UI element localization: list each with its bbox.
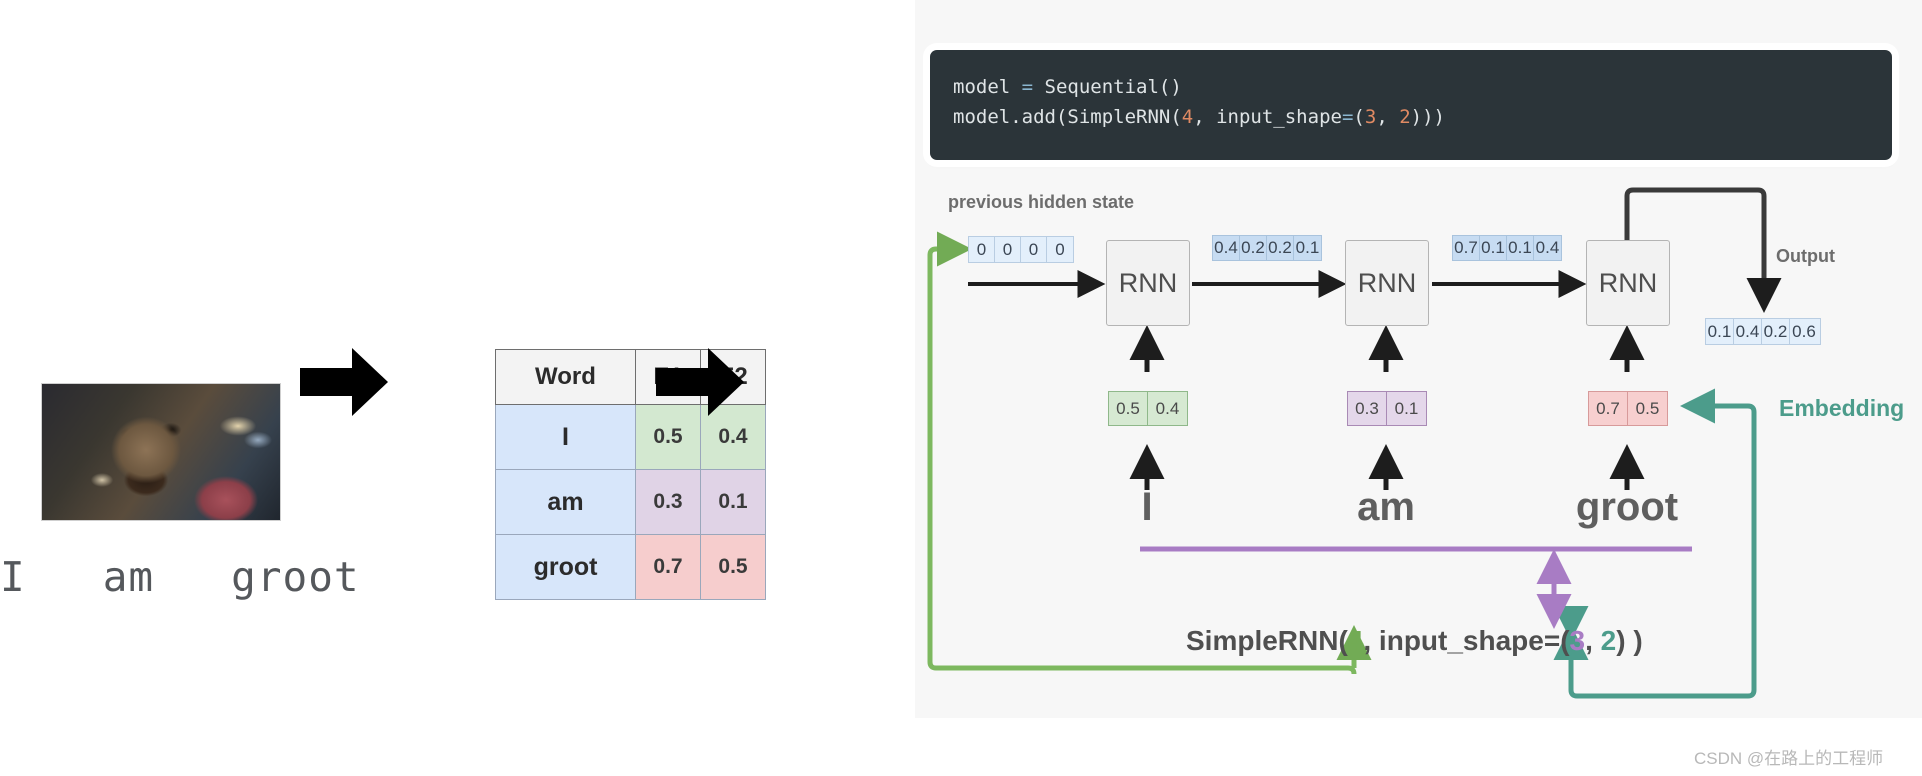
vector-cell: 0.2: [1762, 319, 1790, 344]
table-cell-e2: 0.1: [700, 469, 766, 535]
vector-cell: 0.4: [1734, 319, 1762, 344]
table-cell-word: am: [495, 469, 636, 535]
formula-mid: , input_shape=(: [1363, 625, 1570, 656]
vector-cell: 0: [995, 237, 1021, 262]
code-line-1-tail: Sequential(): [1033, 76, 1182, 98]
code-comma: ,: [1376, 106, 1400, 128]
previous-hidden-state-label: previous hidden state: [948, 192, 1135, 212]
code-paren-close: ))): [1410, 106, 1445, 128]
initial-hidden-state-vector: 0 0 0 0: [968, 236, 1074, 263]
table-cell-e1: 0.7: [635, 534, 701, 600]
vector-cell: 0.1: [1507, 236, 1534, 260]
formula-features: 2: [1600, 625, 1617, 656]
vector-cell: 0.2: [1240, 236, 1267, 260]
table-header-word: Word: [495, 349, 636, 405]
right-arrow-icon-1: [296, 334, 392, 430]
right-arrow-icon-2: [652, 334, 748, 430]
code-timesteps-value: 3: [1364, 106, 1377, 128]
table-cell-e2: 0.5: [700, 534, 766, 600]
code-paren-open: (: [1353, 106, 1365, 128]
vector-cell: 0: [1021, 237, 1047, 262]
sentence-text: I am groot: [0, 553, 360, 601]
formula-tail: ) ): [1616, 625, 1643, 656]
formula-units: 4: [1347, 625, 1364, 656]
output-vector: 0.1 0.4 0.2 0.6: [1705, 318, 1821, 345]
rnn-cell-1: RNN: [1106, 240, 1190, 326]
code-line-2-mid: , input_shape: [1193, 106, 1342, 128]
vector-cell: 0.7: [1453, 236, 1480, 260]
vector-cell: 0.4: [1213, 236, 1240, 260]
formula-comma: ,: [1585, 625, 1601, 656]
hidden-state-vector-1: 0.4 0.2 0.2 0.1: [1212, 235, 1322, 261]
code-block: model = Sequential() model.add(SimpleRNN…: [930, 50, 1892, 160]
groot-photo: [41, 383, 281, 521]
vector-cell: 0.1: [1706, 319, 1734, 344]
table-row: groot 0.7 0.5: [495, 534, 766, 600]
simplernn-formula: SimpleRNN(4, input_shape=(3, 2) ): [1186, 625, 1643, 657]
embedding-vector-i: 0.5 0.4: [1108, 391, 1188, 426]
table-cell-word: I: [495, 404, 636, 470]
code-units-value: 4: [1181, 106, 1194, 128]
output-label: Output: [1776, 246, 1835, 266]
embedding-vector-am: 0.3 0.1: [1347, 391, 1427, 426]
code-operator-2: =: [1341, 106, 1354, 128]
embedding-cell: 0.4: [1155, 398, 1180, 418]
formula-head: SimpleRNN(: [1186, 625, 1348, 656]
hidden-state-vector-2: 0.7 0.1 0.1 0.4: [1452, 235, 1562, 261]
vector-cell: 0.1: [1295, 238, 1320, 257]
vector-cell: 0.6: [1792, 321, 1816, 341]
csdn-watermark: CSDN @在路上的工程师: [1694, 749, 1884, 768]
screenshot-root: I am groot Word E1 E2 I 0.5 0.4 am 0.3 0…: [0, 0, 1922, 776]
word-label-groot: groot: [1575, 485, 1679, 529]
vector-cell: 0: [1055, 239, 1065, 259]
embedding-cell: 0.7: [1589, 392, 1628, 425]
rnn-cell-2: RNN: [1345, 240, 1429, 326]
code-line-2-head: model.add(SimpleRNN(: [953, 106, 1182, 128]
embedding-cell: 0.5: [1635, 398, 1660, 418]
table-cell-e1: 0.3: [635, 469, 701, 535]
code-features-value: 2: [1399, 106, 1411, 128]
vector-cell: 0.4: [1535, 238, 1560, 257]
embedding-cell: 0.5: [1109, 392, 1148, 425]
code-operator: =: [1021, 76, 1034, 98]
vector-cell: 0.2: [1267, 236, 1294, 260]
code-line-1-text: model: [953, 76, 1022, 98]
word-label-i: I: [1141, 485, 1153, 529]
vector-cell: 0: [969, 237, 995, 262]
formula-timesteps: 3: [1569, 625, 1586, 656]
table-cell-word: groot: [495, 534, 636, 600]
embedding-label: Embedding: [1779, 395, 1905, 421]
embedding-vector-groot: 0.7 0.5: [1588, 391, 1668, 426]
embedding-cell: 0.3: [1348, 392, 1387, 425]
embedding-cell: 0.1: [1394, 398, 1419, 418]
table-row: am 0.3 0.1: [495, 469, 766, 535]
word-label-am: am: [1357, 485, 1415, 529]
vector-cell: 0.1: [1480, 236, 1507, 260]
rnn-cell-3: RNN: [1586, 240, 1670, 326]
